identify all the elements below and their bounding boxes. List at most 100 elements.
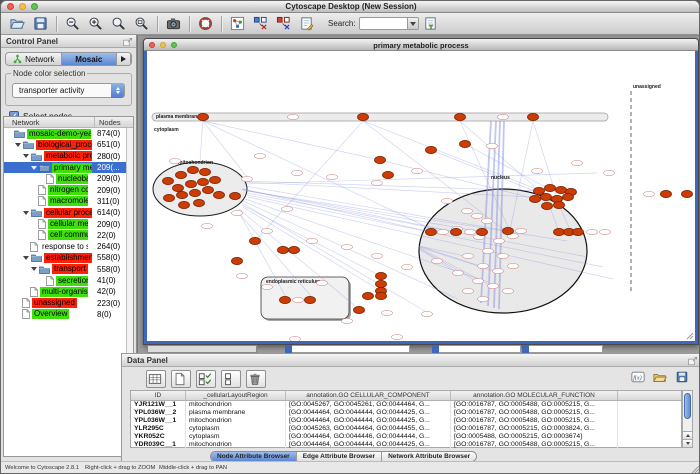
network-node[interactable] [210, 176, 221, 183]
delete-attribute-button[interactable] [246, 370, 266, 388]
resize-grip-icon[interactable] [686, 332, 694, 340]
tree-row-biological-process[interactable]: biological_process651(0) [4, 139, 126, 150]
table-column-header[interactable]: annotation.GO CELLULAR_COMPONENT [286, 391, 451, 400]
attribute-table-button[interactable] [146, 370, 166, 388]
network-node[interactable] [477, 228, 488, 235]
tree-row-unassigned[interactable]: unassigned223(0) [4, 297, 126, 308]
disclosure-triangle-icon[interactable] [31, 166, 37, 170]
network-node[interactable] [177, 191, 188, 198]
network-node[interactable] [455, 113, 466, 120]
network-node[interactable] [230, 192, 241, 199]
network-node[interactable] [164, 194, 175, 201]
network-node[interactable] [554, 201, 565, 208]
background-window-fragment[interactable] [147, 345, 257, 353]
tab-overflow-button[interactable] [117, 53, 131, 65]
open-file-button[interactable] [8, 15, 27, 33]
background-window-fragment[interactable] [292, 345, 410, 353]
table-row[interactable]: YDR039C__1mitochondrion[GO:0044464, GO:0… [131, 441, 681, 449]
network-node[interactable] [163, 177, 174, 184]
network-node[interactable] [363, 292, 374, 299]
table-row[interactable]: YJR121W__1mitochondrion[GO:0045267, GO:0… [131, 401, 681, 409]
tab-mosaic[interactable]: Mosaic [62, 53, 118, 65]
tab-network[interactable]: Network [6, 53, 62, 65]
search-config-button[interactable] [421, 15, 440, 33]
network-node[interactable] [198, 113, 209, 120]
disclosure-triangle-icon[interactable] [31, 267, 37, 271]
save-button[interactable] [31, 15, 50, 33]
tree-row-secretion[interactable]: secretion41(0) [4, 275, 126, 286]
tree-row-cell-communicat[interactable]: cell communicat22(0) [4, 230, 126, 241]
network-overview-button[interactable] [228, 15, 247, 33]
tree-row-nitrogen-compo[interactable]: nitrogen compo209(0) [4, 184, 126, 195]
network-node[interactable] [289, 246, 300, 253]
import-table-button[interactable] [653, 369, 671, 385]
network-node[interactable] [173, 184, 184, 191]
layout-blue-button[interactable] [251, 15, 270, 33]
zoom-selected-button[interactable] [109, 15, 128, 33]
disclosure-triangle-icon[interactable] [23, 256, 29, 260]
network-node[interactable] [554, 228, 565, 235]
tab-network-attribute-browser[interactable]: Network Attribute Browser [382, 452, 476, 461]
network-node[interactable] [188, 166, 199, 173]
export-table-button[interactable] [675, 369, 693, 385]
table-column-header[interactable]: ID [131, 391, 186, 400]
network-node[interactable] [528, 113, 539, 120]
network-node[interactable] [383, 171, 394, 178]
network-node[interactable] [503, 227, 514, 234]
background-window-edge[interactable] [522, 345, 529, 353]
network-node[interactable] [563, 193, 574, 200]
tree-row-primary-metabo[interactable]: primary metabo209(... [4, 162, 126, 173]
network-node[interactable] [358, 113, 369, 120]
network-node[interactable] [661, 190, 672, 197]
search-dropdown-button[interactable] [407, 18, 418, 29]
background-window-fragment[interactable] [439, 345, 521, 353]
disclosure-triangle-icon[interactable] [23, 211, 29, 215]
network-node[interactable] [541, 193, 552, 200]
tree-row-transport[interactable]: transport558(0) [4, 264, 126, 275]
formula-button[interactable]: f(x) [631, 369, 649, 385]
tree-row-multi-organism-pro[interactable]: multi-organism pro42(0) [4, 286, 126, 297]
resize-grip-icon[interactable] [691, 465, 700, 474]
zoom-out-button[interactable] [63, 15, 82, 33]
table-row[interactable]: YPL036W__1mitochondrion[GO:0044464, GO:0… [131, 417, 681, 425]
network-node[interactable] [194, 199, 205, 206]
zoom-fit-button[interactable] [132, 15, 151, 33]
network-node[interactable] [200, 168, 211, 175]
network-node[interactable] [556, 186, 567, 193]
network-node[interactable] [534, 187, 545, 194]
network-node[interactable] [186, 180, 197, 187]
tree-row-cellular-metabo[interactable]: cellular metabo209(0) [4, 218, 126, 229]
network-node[interactable] [232, 257, 243, 264]
network-node[interactable] [376, 292, 387, 299]
background-window-fragment[interactable] [529, 345, 603, 353]
float-panel-button[interactable] [123, 37, 133, 46]
annotation-button[interactable] [297, 15, 316, 33]
network-node[interactable] [190, 189, 201, 196]
background-window-edge[interactable] [285, 345, 292, 353]
tree-row-overview[interactable]: Overview8(0) [4, 309, 126, 320]
snapshot-button[interactable] [164, 15, 183, 33]
network-node[interactable] [573, 228, 584, 235]
scroll-up-button[interactable] [683, 431, 692, 439]
network-node[interactable] [214, 191, 225, 198]
network-node[interactable] [198, 178, 209, 185]
tree-row-response-to-stimulu[interactable]: response to stimulu264(0) [4, 241, 126, 252]
network-node[interactable] [176, 171, 187, 178]
network-node[interactable] [451, 228, 462, 235]
network-canvas[interactable]: plasma membranecytoplasmmitochondrionnuc… [147, 51, 697, 341]
network-node[interactable] [376, 280, 387, 287]
table-column-header[interactable]: annotation.GO MOLECULAR_FUNCTION [451, 391, 618, 400]
select-attributes-button[interactable] [196, 370, 216, 388]
scroll-down-button[interactable] [683, 439, 692, 447]
network-node[interactable] [354, 306, 365, 313]
network-node[interactable] [682, 190, 693, 197]
search-input[interactable] [359, 17, 419, 30]
tree-row-macromolecule[interactable]: macromolecule311(0) [4, 196, 126, 207]
network-node[interactable] [179, 201, 190, 208]
network-node[interactable] [530, 195, 541, 202]
network-node[interactable] [278, 246, 289, 253]
network-node[interactable] [542, 202, 553, 209]
tab-node-attribute-browser[interactable]: Node Attribute Browser [211, 452, 297, 461]
table-row[interactable]: YKR052Ccytoplasm[GO:0044464, GO:0044446,… [131, 433, 681, 441]
disclosure-triangle-icon[interactable] [15, 143, 21, 147]
